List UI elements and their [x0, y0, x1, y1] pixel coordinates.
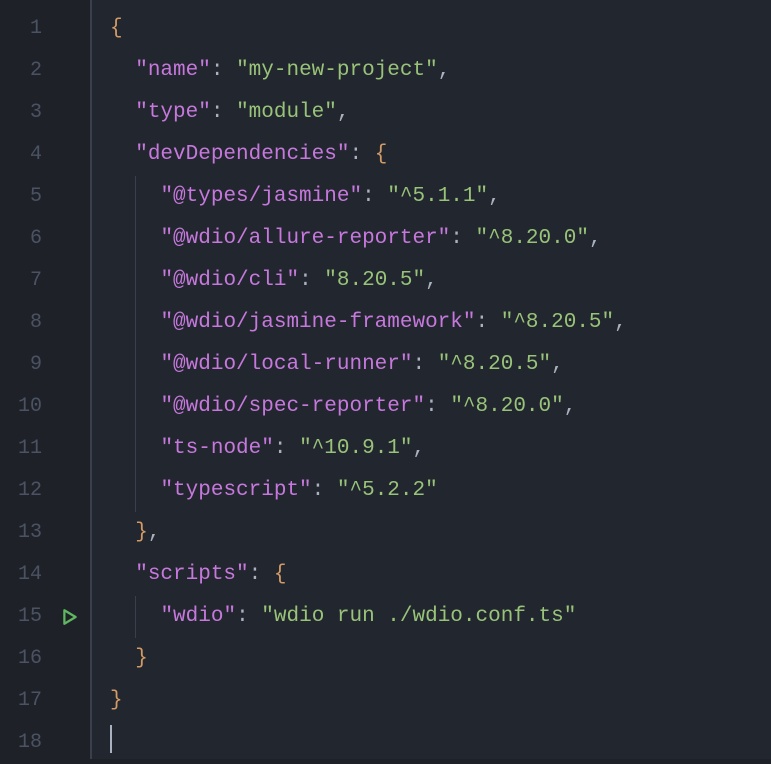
line-number: 14: [0, 554, 50, 596]
code-line: "@wdio/cli": "8.20.5",: [110, 260, 771, 302]
code-line: "@wdio/jasmine-framework": "^8.20.5",: [110, 302, 771, 344]
line-number: 18: [0, 722, 50, 764]
code-line: "typescript": "^5.2.2": [110, 470, 771, 512]
code-line: "wdio": "wdio run ./wdio.conf.ts": [110, 596, 771, 638]
run-script-icon[interactable]: [61, 608, 79, 626]
run-gutter: [50, 0, 90, 759]
text-cursor: [110, 725, 112, 753]
line-number: 9: [0, 344, 50, 386]
code-line: "type": "module",: [110, 92, 771, 134]
line-number-gutter: 1 2 3 4 5 6 7 8 9 10 11 12 13 14 15 16 1…: [0, 0, 50, 759]
code-line: "scripts": {: [110, 554, 771, 596]
line-number: 4: [0, 134, 50, 176]
line-number: 2: [0, 50, 50, 92]
line-number: 17: [0, 680, 50, 722]
code-line: "name": "my-new-project",: [110, 50, 771, 92]
line-number: 11: [0, 428, 50, 470]
line-number: 6: [0, 218, 50, 260]
code-area[interactable]: { "name": "my-new-project", "type": "mod…: [92, 0, 771, 759]
code-line: },: [110, 512, 771, 554]
code-line: "ts-node": "^10.9.1",: [110, 428, 771, 470]
code-line: }: [110, 680, 771, 722]
line-number: 7: [0, 260, 50, 302]
line-number: 15: [0, 596, 50, 638]
line-number: 1: [0, 8, 50, 50]
line-number: 16: [0, 638, 50, 680]
line-number: 13: [0, 512, 50, 554]
code-line: "@wdio/spec-reporter": "^8.20.0",: [110, 386, 771, 428]
line-number: 3: [0, 92, 50, 134]
line-number: 10: [0, 386, 50, 428]
code-editor: 1 2 3 4 5 6 7 8 9 10 11 12 13 14 15 16 1…: [0, 0, 771, 759]
line-number: 8: [0, 302, 50, 344]
code-line: }: [110, 638, 771, 680]
code-line: [110, 722, 771, 764]
code-line: "@wdio/allure-reporter": "^8.20.0",: [110, 218, 771, 260]
code-line: "@wdio/local-runner": "^8.20.5",: [110, 344, 771, 386]
line-number: 12: [0, 470, 50, 512]
code-line: "devDependencies": {: [110, 134, 771, 176]
code-line: "@types/jasmine": "^5.1.1",: [110, 176, 771, 218]
code-line: {: [110, 8, 771, 50]
line-number: 5: [0, 176, 50, 218]
